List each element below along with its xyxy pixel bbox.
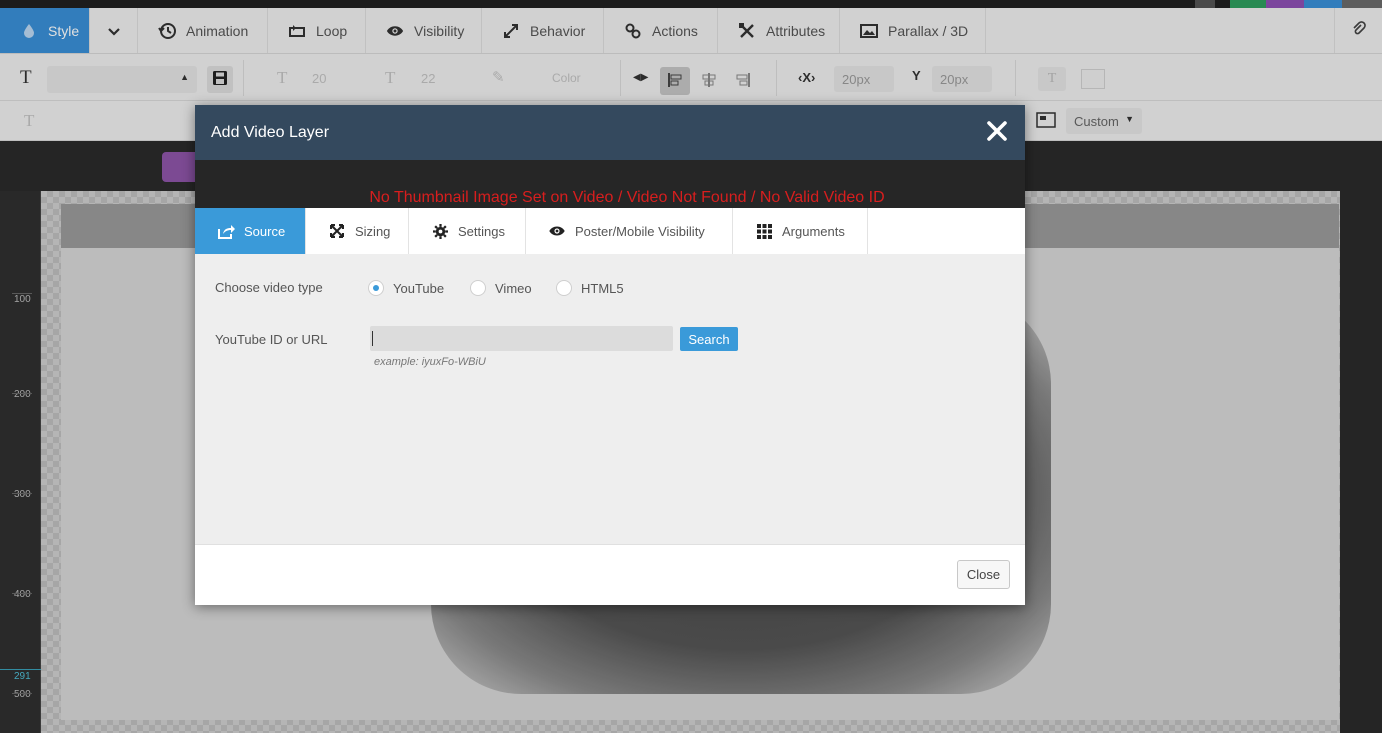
close-button[interactable]: Close <box>957 560 1010 589</box>
radio-vimeo[interactable]: Vimeo <box>470 280 532 296</box>
close-dialog-button[interactable] <box>985 119 1009 143</box>
video-preview: No Thumbnail Image Set on Video / Video … <box>195 160 1025 208</box>
dialog-tabs: Source Sizing Settings Poster/Mobile Vis… <box>195 208 1025 254</box>
example-hint: example: iyuxFo-WBiU <box>374 356 486 368</box>
search-button[interactable]: Search <box>680 327 738 351</box>
radio-label: YouTube <box>393 280 445 296</box>
tab-label: Sizing <box>355 223 391 239</box>
close-icon <box>985 121 1009 146</box>
tab-source[interactable]: Source <box>195 208 306 254</box>
tab-poster-mobile-visibility[interactable]: Poster/Mobile Visibility <box>526 208 733 254</box>
eye-icon <box>548 223 566 239</box>
text-caret <box>372 331 373 346</box>
radio-circle[interactable] <box>470 280 486 296</box>
dialog-title: Add Video Layer <box>211 124 330 141</box>
tab-label: Settings <box>458 223 505 239</box>
radio-label: Vimeo <box>495 280 532 296</box>
radio-circle-checked[interactable] <box>368 280 384 296</box>
source-panel <box>195 254 1025 544</box>
gear-icon <box>431 223 449 239</box>
share-icon <box>217 223 235 239</box>
preview-error-message: No Thumbnail Image Set on Video / Video … <box>369 189 885 206</box>
add-video-layer-dialog: Add Video Layer No Thumbnail Image Set o… <box>195 105 1025 605</box>
dialog-header: Add Video Layer <box>195 105 1025 160</box>
radio-youtube[interactable]: YouTube <box>368 280 444 296</box>
tab-label: Arguments <box>782 223 845 239</box>
grid-icon <box>755 223 773 239</box>
video-type-label: Choose video type <box>215 280 323 295</box>
tab-settings[interactable]: Settings <box>409 208 526 254</box>
tab-arguments[interactable]: Arguments <box>733 208 868 254</box>
radio-circle[interactable] <box>556 280 572 296</box>
radio-label: HTML5 <box>581 280 624 296</box>
radio-html5[interactable]: HTML5 <box>556 280 624 296</box>
youtube-id-input[interactable] <box>370 326 673 351</box>
dialog-footer: Close <box>195 544 1025 605</box>
tab-label: Source <box>244 223 286 239</box>
expand-icon <box>328 223 346 239</box>
tab-label: Poster/Mobile Visibility <box>575 223 705 239</box>
tab-sizing[interactable]: Sizing <box>306 208 409 254</box>
youtube-id-label: YouTube ID or URL <box>215 332 328 347</box>
